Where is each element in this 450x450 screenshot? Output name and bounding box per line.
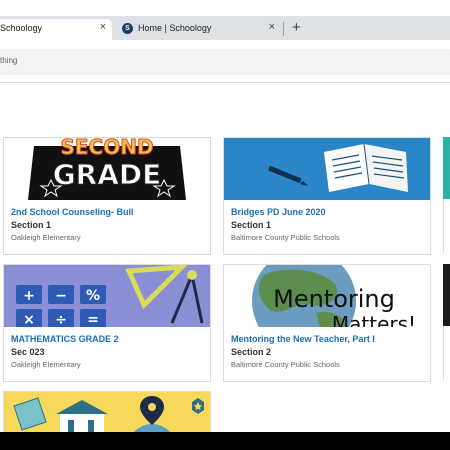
divide-icon: ÷ — [55, 312, 67, 327]
tab-home-schoology[interactable]: S Home | Schoology × — [114, 19, 282, 40]
course-card[interactable]: Bridges PD June 2020 Section 1 Baltimore… — [223, 137, 431, 255]
address-bar: thing — [0, 40, 450, 82]
tab-title: Home | Schoology — [138, 23, 212, 33]
omnibox-input[interactable]: thing — [0, 49, 450, 75]
equals-icon: = — [87, 312, 99, 327]
multiply-icon: × — [23, 312, 35, 327]
tab-separator — [283, 22, 284, 36]
course-card-image: SECOND GRADE — [4, 138, 210, 200]
minus-icon: − — [55, 288, 67, 304]
percent-icon: % — [86, 288, 100, 304]
course-section: Section 1 — [11, 220, 52, 230]
schoology-logo-icon: S — [122, 23, 133, 34]
course-school: Baltimore County Public Schools — [231, 233, 340, 242]
course-section: Section 1 — [231, 220, 272, 230]
omnibox-text: thing — [0, 56, 18, 65]
browser-window: Schoology × S Home | Schoology × + thing… — [0, 0, 450, 450]
art-text-mentoring: Mentoring — [273, 285, 395, 313]
close-icon[interactable]: × — [269, 21, 275, 33]
course-school: Baltimore County Public Schools — [231, 360, 340, 369]
course-school: Oakleigh Elementary — [11, 360, 81, 369]
letterbox-bottom — [0, 432, 450, 450]
course-section: Sec 023 — [11, 347, 45, 357]
course-card[interactable]: Mentoring Matters! Mentoring the New Tea… — [223, 264, 431, 382]
close-icon[interactable]: × — [100, 21, 106, 33]
course-title[interactable]: 2nd School Counseling- Bull — [11, 207, 134, 217]
course-card[interactable]: SECOND GRADE 2nd School Counseling- Bull… — [3, 137, 211, 255]
art-text-grade: GRADE — [53, 158, 162, 191]
new-tab-button[interactable]: + — [292, 19, 301, 36]
course-section: Section 2 — [231, 347, 272, 357]
course-school: Oakleigh Elementary — [11, 233, 81, 242]
tab-title: Schoology — [0, 23, 43, 33]
course-title[interactable]: Bridges PD June 2020 — [231, 207, 326, 217]
course-card-image: Mentoring Matters! — [224, 265, 430, 327]
art-text-matters: Matters! — [332, 312, 416, 327]
art-text-second: SECOND — [60, 138, 153, 159]
course-title[interactable]: Mentoring the New Teacher, Part I — [231, 334, 375, 344]
course-card-partial[interactable] — [443, 264, 450, 326]
toolbar-divider — [0, 82, 450, 83]
course-card-image: + − % × ÷ = — [4, 265, 210, 327]
tab-schoology[interactable]: Schoology × — [0, 19, 112, 40]
course-card-partial-body — [443, 326, 450, 380]
course-card-partial[interactable] — [443, 137, 450, 199]
course-title[interactable]: MATHEMATICS GRADE 2 — [11, 334, 119, 344]
plus-icon: + — [23, 288, 35, 304]
course-card-image — [224, 138, 430, 200]
course-card-partial-body — [443, 199, 450, 253]
course-card[interactable]: + − % × ÷ = MATHEMATICS GRADE 2 Sec 023 … — [3, 264, 211, 382]
tab-strip: Schoology × S Home | Schoology × — [0, 16, 450, 40]
